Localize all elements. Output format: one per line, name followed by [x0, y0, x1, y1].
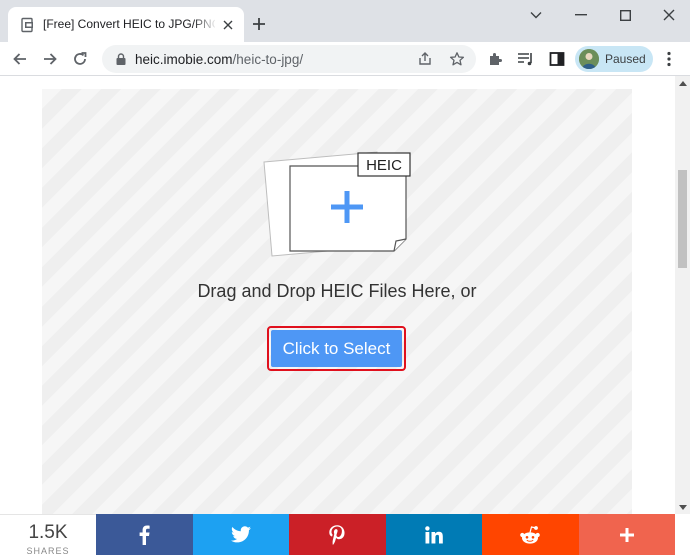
facebook-icon — [139, 525, 150, 545]
side-panel-icon[interactable] — [548, 50, 566, 68]
browser-menu-icon[interactable] — [660, 50, 678, 68]
share-count-value: 1.5K — [28, 522, 68, 543]
click-to-select-button[interactable]: Click to Select — [271, 330, 402, 367]
share-pinterest-button[interactable] — [289, 514, 386, 555]
browser-tab[interactable]: [Free] Convert HEIC to JPG/PNG/... — [8, 7, 244, 42]
scroll-up-arrow-icon[interactable] — [675, 76, 690, 90]
url-path: /heic-to-jpg/ — [232, 52, 304, 67]
twitter-icon — [230, 526, 251, 543]
back-arrow-icon[interactable] — [8, 47, 32, 71]
profile-button[interactable]: Paused — [575, 46, 653, 72]
reddit-icon — [520, 525, 541, 544]
close-window-icon[interactable] — [654, 4, 684, 26]
reading-list-icon[interactable] — [517, 50, 535, 68]
scroll-down-arrow-icon[interactable] — [675, 500, 690, 514]
pinterest-icon — [329, 524, 345, 545]
tab-title-fade — [193, 13, 217, 33]
bookmark-star-icon[interactable] — [448, 50, 466, 68]
page-content: HEIC Drag and Drop HEIC Files Here, or C… — [0, 76, 675, 514]
share-facebook-button[interactable] — [96, 514, 193, 555]
address-bar[interactable]: heic.imobie.com/heic-to-jpg/ — [102, 45, 476, 73]
page-favicon-icon — [21, 17, 33, 33]
share-reddit-button[interactable] — [482, 514, 579, 555]
profile-status-label: Paused — [605, 52, 646, 66]
select-button-highlight: Click to Select — [267, 326, 406, 371]
page-scrollbar[interactable] — [675, 76, 690, 514]
reload-icon[interactable] — [68, 47, 92, 71]
share-page-icon[interactable] — [416, 50, 434, 68]
share-counter: 1.5K SHARES — [0, 514, 96, 555]
forward-arrow-icon[interactable] — [38, 47, 62, 71]
file-drop-zone[interactable]: HEIC Drag and Drop HEIC Files Here, or C… — [42, 89, 632, 514]
browser-toolbar: heic.imobie.com/heic-to-jpg/ Paused — [0, 42, 690, 76]
share-count-label: SHARES — [26, 546, 70, 555]
plus-icon — [619, 527, 634, 542]
share-linkedin-button[interactable] — [385, 514, 482, 555]
avatar — [579, 49, 599, 69]
tab-title: [Free] Convert HEIC to JPG/PNG/... — [43, 17, 215, 31]
share-more-button[interactable] — [578, 514, 675, 555]
file-type-badge: HEIC — [366, 157, 402, 174]
minimize-window-icon[interactable] — [566, 4, 596, 26]
scrollbar-thumb[interactable] — [678, 170, 687, 268]
tab-search-chevron-icon[interactable] — [521, 4, 551, 26]
maximize-window-icon[interactable] — [610, 4, 640, 26]
heic-file-upload-icon: HEIC — [263, 151, 411, 257]
linkedin-icon — [424, 525, 443, 543]
social-share-bar: 1.5K SHARES — [0, 514, 690, 555]
drop-instructions: Drag and Drop HEIC Files Here, or — [197, 281, 477, 301]
url-domain: heic.imobie.com — [135, 52, 233, 67]
lock-icon[interactable] — [114, 52, 128, 66]
tab-close-icon[interactable] — [220, 17, 236, 33]
extensions-puzzle-icon[interactable] — [486, 50, 504, 68]
url-text[interactable]: heic.imobie.com/heic-to-jpg/ — [135, 52, 303, 67]
browser-tab-strip: [Free] Convert HEIC to JPG/PNG/... — [0, 0, 690, 42]
new-tab-button[interactable] — [248, 13, 270, 35]
share-twitter-button[interactable] — [192, 514, 289, 555]
